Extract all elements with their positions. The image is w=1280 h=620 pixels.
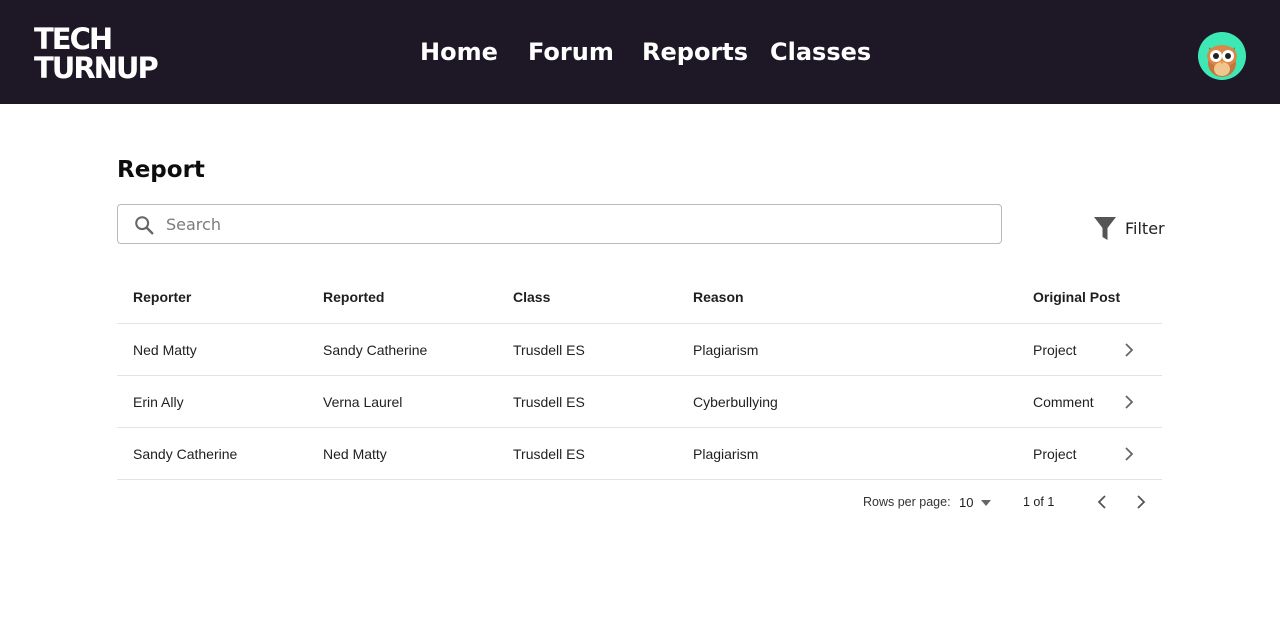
rows-per-page-label: Rows per page: [863, 495, 951, 509]
cell-reported: Ned Matty [323, 446, 387, 462]
cell-original-post: Project [1033, 446, 1077, 462]
cell-reported: Sandy Catherine [323, 342, 428, 358]
cell-reason: Plagiarism [693, 446, 759, 462]
cell-reported: Verna Laurel [323, 394, 403, 410]
cell-reporter: Sandy Catherine [133, 446, 238, 462]
page-info: 1 of 1 [1023, 495, 1055, 509]
chevron-left-icon[interactable] [1092, 492, 1112, 512]
table-header: Reporter Reported Class Reason Original … [117, 270, 1162, 324]
cell-original-post: Project [1033, 342, 1077, 358]
table-pagination: Rows per page: 10 1 of 1 [0, 488, 1280, 516]
nav-reports[interactable]: Reports [642, 35, 748, 69]
cell-reporter: Ned Matty [133, 342, 197, 358]
table-row[interactable]: Ned Matty Sandy Catherine Trusdell ES Pl… [117, 324, 1162, 376]
nav-classes[interactable]: Classes [770, 35, 871, 69]
reports-table: Reporter Reported Class Reason Original … [117, 270, 1162, 480]
chevron-right-icon[interactable] [1119, 340, 1139, 360]
column-header-original-post[interactable]: Original Post [1033, 270, 1120, 324]
chevron-right-icon[interactable] [1119, 392, 1139, 412]
column-header-reported[interactable]: Reported [323, 270, 384, 324]
user-avatar[interactable] [1198, 32, 1246, 80]
table-row[interactable]: Erin Ally Verna Laurel Trusdell ES Cyber… [117, 376, 1162, 428]
cell-reporter: Erin Ally [133, 394, 184, 410]
cell-reason: Cyberbullying [693, 394, 778, 410]
nav-home[interactable]: Home [420, 35, 498, 69]
column-header-reason[interactable]: Reason [693, 270, 744, 324]
search-icon [135, 216, 154, 235]
nav-forum[interactable]: Forum [528, 35, 614, 69]
main-nav: Home Forum Reports Classes [0, 35, 1280, 69]
page-title: Report [117, 157, 205, 183]
filter-button[interactable]: Filter [1093, 216, 1165, 242]
owl-avatar-icon [1207, 45, 1237, 77]
cell-class: Trusdell ES [513, 446, 585, 462]
search-input[interactable] [166, 210, 986, 238]
funnel-icon [1094, 217, 1116, 240]
chevron-right-icon[interactable] [1119, 444, 1139, 464]
rows-per-page-select[interactable]: 10 [958, 492, 994, 514]
cell-class: Trusdell ES [513, 394, 585, 410]
column-header-class[interactable]: Class [513, 270, 550, 324]
cell-class: Trusdell ES [513, 342, 585, 358]
search-box[interactable] [117, 204, 1002, 244]
rows-per-page-value: 10 [959, 495, 974, 510]
caret-down-icon [981, 500, 991, 506]
cell-reason: Plagiarism [693, 342, 759, 358]
table-row[interactable]: Sandy Catherine Ned Matty Trusdell ES Pl… [117, 428, 1162, 480]
top-navigation-bar: TECH TURNUP Home Forum Reports Classes [0, 0, 1280, 104]
column-header-reporter[interactable]: Reporter [133, 270, 191, 324]
chevron-right-icon[interactable] [1131, 492, 1151, 512]
filter-label: Filter [1125, 219, 1165, 238]
cell-original-post: Comment [1033, 394, 1094, 410]
